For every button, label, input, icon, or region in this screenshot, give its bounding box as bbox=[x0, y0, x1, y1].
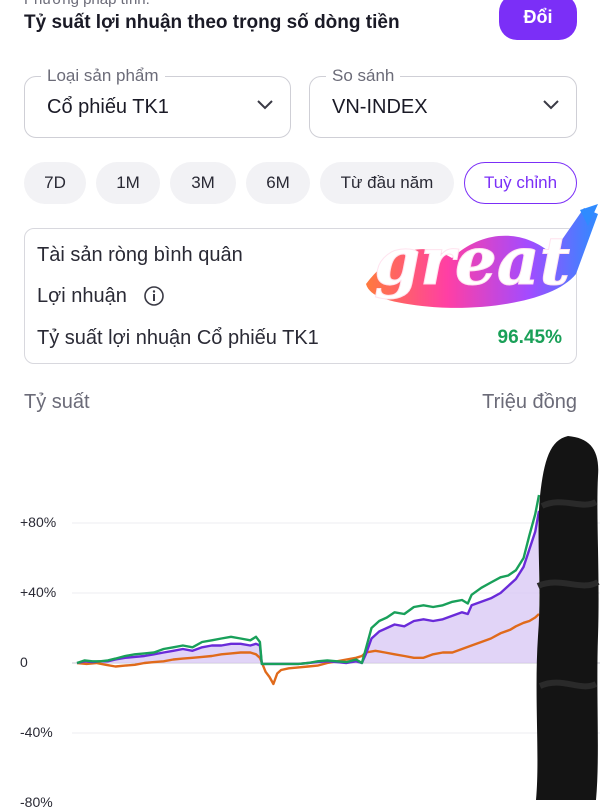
y-axis-title-right: Triệu đồng bbox=[482, 391, 577, 413]
avg-net-assets-label: Tài sản ròng bình quân bbox=[37, 244, 243, 266]
chevron-down-icon bbox=[257, 100, 273, 110]
chevron-down-icon bbox=[543, 100, 559, 110]
page-title: Tỷ suất lợi nhuận theo trọng số dòng tiề… bbox=[24, 12, 400, 33]
period-ytd-button[interactable]: Từ đầu năm bbox=[320, 162, 454, 204]
return-chart bbox=[72, 494, 600, 734]
period-7d-button[interactable]: 7D bbox=[24, 162, 86, 204]
product-type-label: Loại sản phẩm bbox=[41, 66, 165, 86]
period-custom-button[interactable]: Tuỳ chỉnh bbox=[464, 162, 577, 204]
info-icon[interactable] bbox=[143, 285, 165, 307]
y-axis-title-left: Tỷ suất bbox=[24, 391, 90, 413]
period-6m-button[interactable]: 6M bbox=[246, 162, 310, 204]
compare-select[interactable]: So sánh VN-INDEX bbox=[309, 66, 577, 138]
calculation-method-label: Phương pháp tính: bbox=[24, 0, 150, 8]
profit-label: Lợi nhuận bbox=[37, 285, 127, 307]
product-type-value: Cổ phiếu TK1 bbox=[47, 96, 169, 118]
change-method-button[interactable]: Đổi bbox=[499, 0, 577, 40]
great-sticker: great bbox=[366, 204, 598, 308]
marker-scribble bbox=[536, 436, 600, 800]
return-label: Tỷ suất lợi nhuận Cổ phiếu TK1 bbox=[37, 327, 319, 349]
period-3m-button[interactable]: 3M bbox=[170, 162, 236, 204]
product-type-select[interactable]: Loại sản phẩm Cổ phiếu TK1 bbox=[24, 66, 291, 138]
compare-value: VN-INDEX bbox=[332, 96, 428, 118]
svg-text:great: great bbox=[374, 222, 570, 300]
return-value: 96.45% bbox=[497, 327, 562, 348]
period-1m-button[interactable]: 1M bbox=[96, 162, 160, 204]
series-area-portfolio bbox=[77, 510, 539, 664]
compare-label: So sánh bbox=[326, 66, 401, 86]
